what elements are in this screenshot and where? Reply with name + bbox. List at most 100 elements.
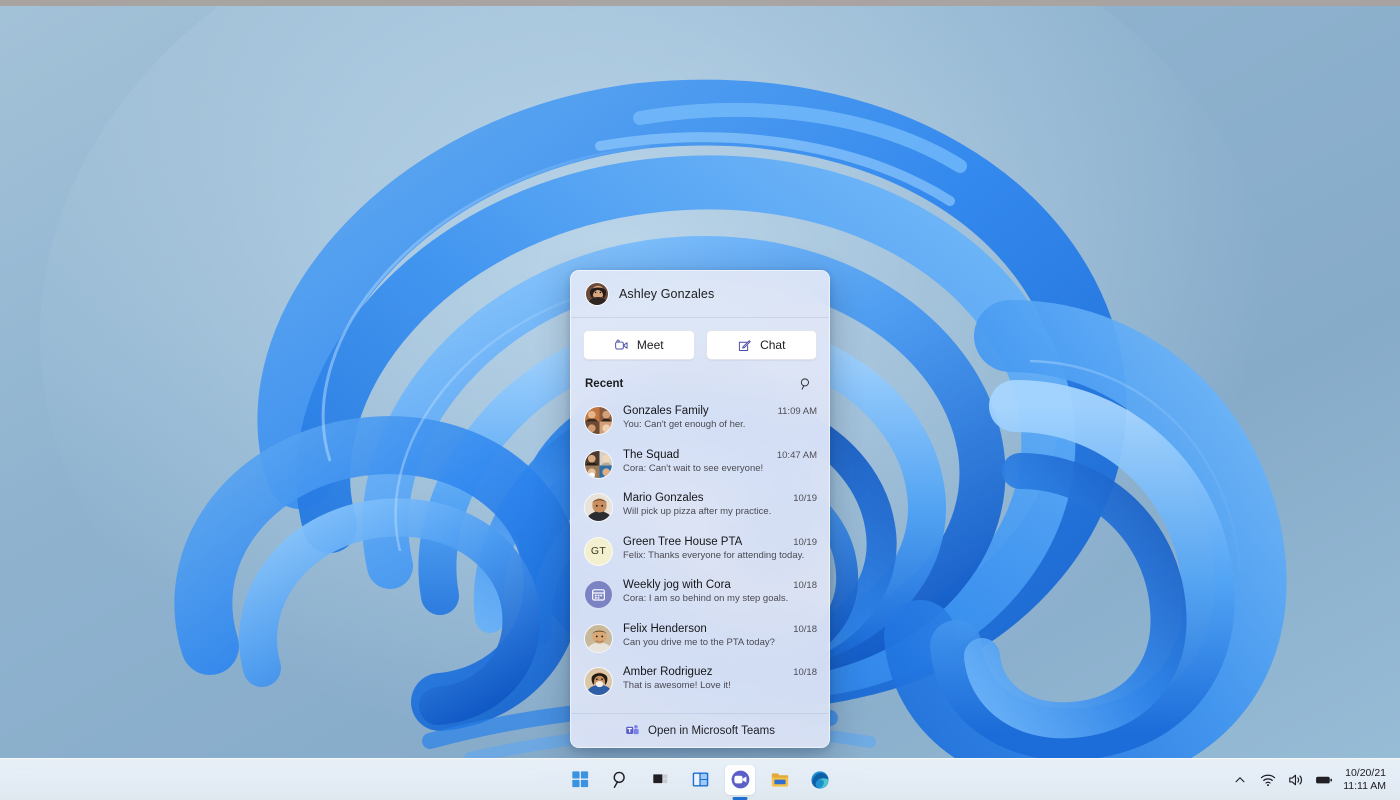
avatar[interactable]	[585, 282, 609, 306]
tray-time: 11:11 AM	[1343, 779, 1386, 792]
edge-browser-icon	[811, 770, 829, 789]
list-item[interactable]: The Squad 10:47 AM Cora: Can't wait to s…	[571, 443, 829, 487]
list-item-body: Gonzales Family 11:09 AM You: Can't get …	[623, 405, 817, 430]
open-in-teams-button[interactable]: Open in Microsoft Teams	[571, 713, 829, 747]
person-photo-avatar-art	[585, 668, 612, 695]
teams-chat-icon	[731, 770, 749, 789]
person-photo-avatar	[584, 623, 613, 653]
list-item-top: Felix Henderson 10/18	[623, 623, 817, 635]
taskbar-app-buttons	[565, 759, 835, 800]
conversation-list[interactable]: Gonzales Family 11:09 AM You: Can't get …	[571, 399, 829, 713]
compose-message-icon	[738, 339, 751, 351]
person-photo-avatar	[584, 493, 613, 522]
list-item-body: The Squad 10:47 AM Cora: Can't wait to s…	[623, 449, 817, 474]
conversation-time: 10:47 AM	[776, 449, 817, 461]
list-item-body: Green Tree House PTA 10/19 Felix: Thanks…	[623, 536, 817, 561]
list-item[interactable]: Felix Henderson 10/18 Can you drive me t…	[571, 617, 829, 661]
chat-flyout-panel: Ashley Gonzales Meet Chat Recent Gonzale…	[570, 270, 830, 748]
list-item[interactable]: Mario Gonzales 10/19 Will pick up pizza …	[571, 486, 829, 530]
top-edge-band	[0, 0, 1400, 6]
chat-button[interactable]: Chat	[705, 330, 817, 360]
network-button[interactable]	[1259, 771, 1277, 789]
user-name: Ashley Gonzales	[619, 287, 715, 301]
list-item-top: The Squad 10:47 AM	[623, 449, 817, 461]
conversation-name: Mario Gonzales	[623, 492, 704, 504]
open-in-teams-label: Open in Microsoft Teams	[648, 724, 775, 737]
task-view-icon	[652, 774, 667, 784]
conversation-preview: You: Can't get enough of her.	[623, 419, 746, 430]
system-tray: 10/20/21 11:11 AM	[1231, 759, 1390, 800]
conversation-time: 10/18	[793, 667, 817, 678]
folder-icon	[771, 772, 789, 787]
list-item-top: Amber Rodriguez 10/18	[623, 666, 817, 678]
list-item[interactable]: GT Green Tree House PTA 10/19 Felix: Tha…	[571, 530, 829, 574]
conversation-name: Gonzales Family	[623, 405, 709, 417]
recent-label: Recent	[585, 378, 624, 390]
conversation-preview: Felix: Thanks everyone for attending tod…	[623, 549, 805, 561]
desktop-screen: Ashley Gonzales Meet Chat Recent Gonzale…	[0, 0, 1400, 800]
list-item-top: Mario Gonzales 10/19	[623, 492, 817, 504]
person-photo-avatar-art	[585, 494, 612, 521]
edge-browser-button[interactable]	[805, 765, 835, 795]
taskbar: 10/20/21 11:11 AM	[0, 758, 1400, 800]
list-item-body: Mario Gonzales 10/19 Will pick up pizza …	[623, 492, 817, 517]
search-icon	[613, 771, 625, 789]
widgets-button[interactable]	[685, 765, 715, 795]
list-item-top: Gonzales Family 11:09 AM	[623, 405, 817, 417]
conversation-time: 10/19	[793, 493, 817, 504]
chat-button-label: Chat	[760, 338, 786, 352]
quick-actions: Meet Chat	[571, 318, 829, 369]
person-photo-avatar	[584, 667, 613, 696]
conversation-time: 11:09 AM	[777, 406, 817, 417]
clock[interactable]: 10/20/21 11:11 AM	[1343, 767, 1390, 793]
conversation-preview: Will pick up pizza after my practice.	[623, 506, 772, 517]
group-photo-avatar	[584, 406, 613, 435]
meet-button-label: Meet	[636, 338, 664, 352]
chevron-up-icon	[1235, 776, 1245, 782]
task-view-button[interactable]	[645, 765, 675, 795]
list-item[interactable]: Weekly jog with Cora 10/18 Cora: I am so…	[571, 573, 829, 617]
search-conversations-button[interactable]	[797, 375, 815, 393]
chat-taskbar-button[interactable]	[725, 764, 755, 795]
conversation-time: 10/18	[793, 623, 817, 635]
panel-header: Ashley Gonzales	[571, 271, 829, 318]
recent-section-header: Recent	[571, 369, 829, 399]
list-item-body: Weekly jog with Cora 10/18 Cora: I am so…	[623, 579, 817, 604]
tray-date: 10/20/21	[1345, 766, 1386, 779]
group-photo-avatar	[584, 449, 613, 479]
start-button[interactable]	[565, 765, 595, 795]
search-icon	[800, 378, 809, 390]
microsoft-teams-icon	[626, 725, 639, 735]
wifi-icon	[1260, 774, 1276, 786]
calendar-avatar	[584, 580, 613, 609]
user-photo-avatar	[586, 283, 608, 305]
speaker-icon	[1289, 774, 1303, 785]
list-item-top: Weekly jog with Cora 10/18	[623, 579, 817, 591]
initials-avatar: GT	[584, 536, 613, 566]
list-item[interactable]: Gonzales Family 11:09 AM You: Can't get …	[571, 399, 829, 443]
list-item-body: Felix Henderson 10/18 Can you drive me t…	[623, 623, 817, 648]
widgets-icon	[692, 772, 708, 787]
conversation-name: Green Tree House PTA	[623, 535, 743, 548]
conversation-name: The Squad	[623, 448, 680, 461]
conversation-preview: Can you drive me to the PTA today?	[623, 636, 775, 648]
list-item[interactable]: Amber Rodriguez 10/18 That is awesome! L…	[571, 660, 829, 704]
group-photo-avatar-art	[585, 450, 612, 478]
person-photo-avatar-art	[585, 624, 612, 652]
conversation-name: Amber Rodriguez	[623, 666, 713, 678]
conversation-time: 10/19	[793, 536, 817, 548]
file-explorer-button[interactable]	[765, 765, 795, 795]
meet-button[interactable]: Meet	[583, 330, 695, 360]
conversation-preview: Cora: I am so behind on my step goals.	[623, 593, 789, 604]
battery-button[interactable]	[1315, 771, 1333, 789]
list-item-top: Green Tree House PTA 10/19	[623, 536, 817, 548]
conversation-time: 10/18	[793, 580, 817, 591]
show-hidden-icons-button[interactable]	[1231, 771, 1249, 789]
windows-start-icon	[571, 771, 588, 788]
video-camera-icon	[615, 339, 628, 349]
search-button[interactable]	[605, 765, 635, 795]
volume-button[interactable]	[1287, 771, 1305, 789]
list-item-body: Amber Rodriguez 10/18 That is awesome! L…	[623, 666, 817, 691]
conversation-name: Weekly jog with Cora	[623, 579, 731, 591]
conversation-preview: Cora: Can't wait to see everyone!	[623, 462, 764, 474]
